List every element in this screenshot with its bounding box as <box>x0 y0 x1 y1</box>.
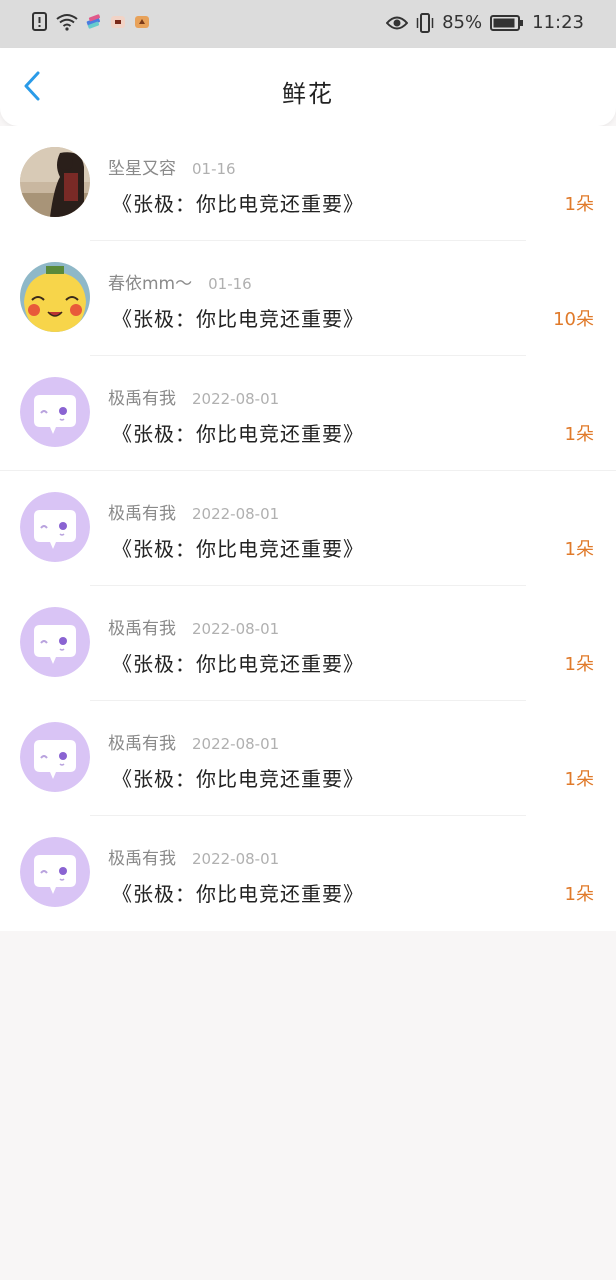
list-item[interactable]: 极禹有我 2022-08-01 《张极：你比电竞还重要》 1朵 <box>0 701 616 816</box>
default-avatar[interactable] <box>20 377 90 447</box>
item-title: 《张极：你比电竞还重要》 <box>112 307 364 331</box>
item-title: 《张极：你比电竞还重要》 <box>112 882 364 906</box>
app-notification-icon <box>110 14 126 30</box>
sender-name[interactable]: 极禹有我 <box>108 384 176 409</box>
sender-line: 极禹有我 2022-08-01 <box>108 499 279 524</box>
flower-count: 1朵 <box>564 769 594 790</box>
sender-name[interactable]: 极禹有我 <box>108 614 176 639</box>
send-date: 01-16 <box>192 160 236 178</box>
flower-count: 10朵 <box>553 309 594 330</box>
item-title: 《张极：你比电竞还重要》 <box>112 652 364 676</box>
list-item[interactable]: 极禹有我 2022-08-01 《张极：你比电竞还重要》 1朵 <box>0 586 616 701</box>
flower-count: 1朵 <box>564 424 594 445</box>
default-avatar[interactable] <box>20 607 90 677</box>
avatar[interactable] <box>20 147 90 217</box>
flower-count: 1朵 <box>564 884 594 905</box>
send-date: 2022-08-01 <box>192 735 280 753</box>
list-item[interactable]: 极禹有我 2022-08-01 《张极：你比电竞还重要》 1朵 <box>0 356 616 471</box>
default-avatar[interactable] <box>20 837 90 907</box>
sim-alert-icon <box>32 12 48 32</box>
wifi-icon <box>56 13 78 31</box>
battery-icon <box>490 14 524 31</box>
app-notification-icon <box>86 14 102 30</box>
vibrate-icon <box>416 12 434 33</box>
item-title: 《张极：你比电竞还重要》 <box>112 537 364 561</box>
list-item[interactable]: 春依mm～ 01-16 《张极：你比电竞还重要》 10朵 <box>0 241 616 356</box>
item-title: 《张极：你比电竞还重要》 <box>112 192 364 216</box>
list-item[interactable]: 坠星又容 01-16 《张极：你比电竞还重要》 1朵 <box>0 126 616 241</box>
eye-icon <box>386 15 409 31</box>
navigation-header: 鲜花 <box>0 48 616 126</box>
send-date: 2022-08-01 <box>192 390 280 408</box>
sender-line: 极禹有我 2022-08-01 <box>108 844 279 869</box>
flower-count: 1朵 <box>564 654 594 675</box>
send-date: 2022-08-01 <box>192 620 280 638</box>
send-date: 2022-08-01 <box>192 505 280 523</box>
sender-name[interactable]: 极禹有我 <box>108 844 176 869</box>
flower-count: 1朵 <box>564 539 594 560</box>
clock: 11:23 <box>532 12 584 33</box>
sender-line: 春依mm～ 01-16 <box>108 269 252 294</box>
default-avatar[interactable] <box>20 722 90 792</box>
sender-name[interactable]: 坠星又容 <box>108 154 176 179</box>
item-title: 《张极：你比电竞还重要》 <box>112 422 364 446</box>
avatar[interactable] <box>20 262 90 332</box>
item-title: 《张极：你比电竞还重要》 <box>112 767 364 791</box>
flower-record-list: 坠星又容 01-16 《张极：你比电竞还重要》 1朵 春依mm～ 01-16 《… <box>0 126 616 931</box>
list-item[interactable]: 极禹有我 2022-08-01 《张极：你比电竞还重要》 1朵 <box>0 816 616 931</box>
sender-line: 坠星又容 01-16 <box>108 154 236 179</box>
list-item[interactable]: 极禹有我 2022-08-01 《张极：你比电竞还重要》 1朵 <box>0 471 616 586</box>
status-left-icons <box>32 12 150 32</box>
send-date: 01-16 <box>208 275 252 293</box>
sender-name[interactable]: 极禹有我 <box>108 729 176 754</box>
default-avatar[interactable] <box>20 492 90 562</box>
send-date: 2022-08-01 <box>192 850 280 868</box>
sender-line: 极禹有我 2022-08-01 <box>108 729 279 754</box>
page-title: 鲜花 <box>282 80 334 108</box>
sender-line: 极禹有我 2022-08-01 <box>108 614 279 639</box>
sender-line: 极禹有我 2022-08-01 <box>108 384 279 409</box>
status-bar: 85% 11:23 <box>0 0 616 48</box>
battery-percent: 85% <box>442 12 483 33</box>
sender-name[interactable]: 极禹有我 <box>108 499 176 524</box>
app-notification-icon <box>134 14 150 30</box>
sender-name[interactable]: 春依mm～ <box>108 269 192 294</box>
status-right-icons: 85% 11:23 <box>386 12 584 33</box>
flower-count: 1朵 <box>564 194 594 215</box>
